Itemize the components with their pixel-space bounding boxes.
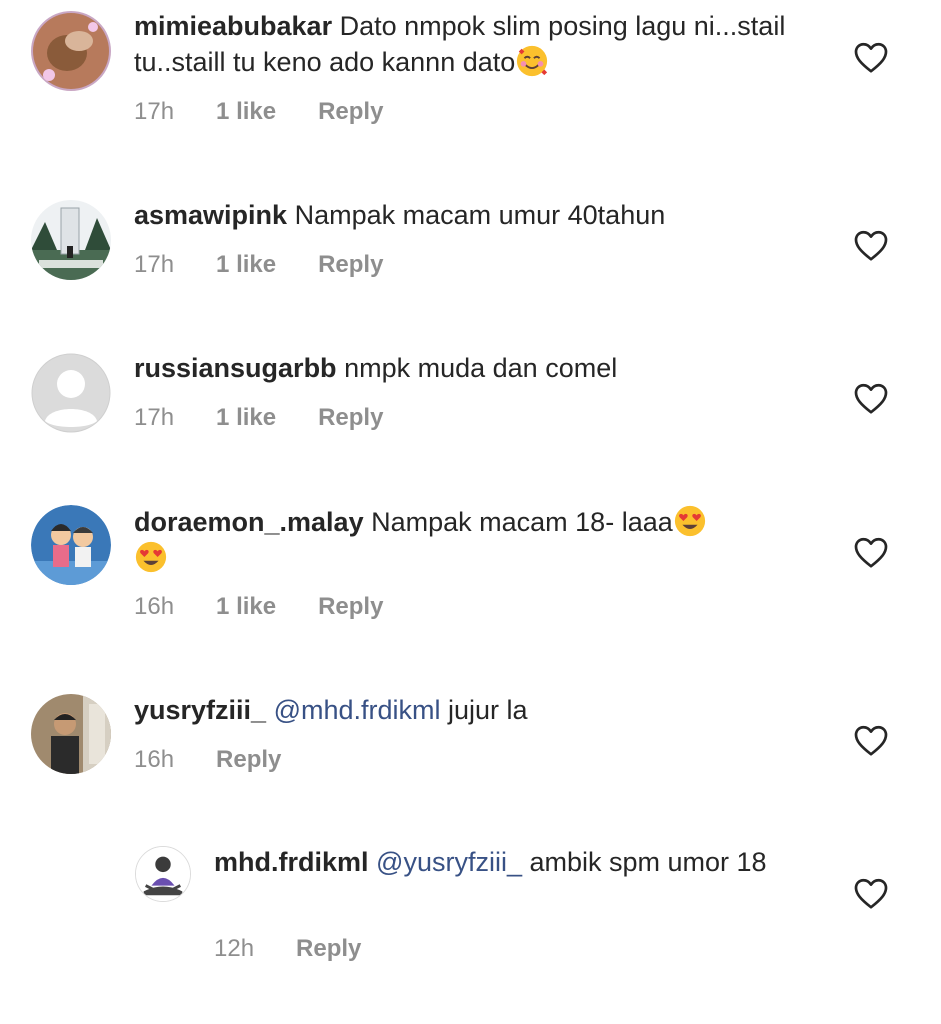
comment-meta: 17h 1 like Reply: [134, 251, 425, 279]
like-count[interactable]: 1 like: [216, 251, 276, 279]
heart-eyes-emoji: [673, 504, 707, 538]
avatar[interactable]: [31, 11, 111, 91]
heart-eyes-emoji: [134, 540, 168, 574]
like-count[interactable]: 1 like: [216, 98, 276, 126]
heart-icon[interactable]: [853, 381, 889, 415]
comment-time: 12h: [214, 935, 255, 962]
reply-button[interactable]: Reply: [318, 98, 383, 126]
heart-icon[interactable]: [853, 723, 889, 757]
avatar[interactable]: [31, 694, 111, 774]
avatar[interactable]: [31, 353, 111, 433]
comment-text: Nampak macam 18- laaa: [371, 507, 673, 537]
comment-time: 17h: [134, 98, 175, 125]
comment-body: russiansugarbb nmpk muda dan comel: [134, 350, 831, 386]
comment-body: mhd.frdikml @yusryfziii_ ambik spm umor …: [214, 844, 831, 880]
comment-body: asmawipink Nampak macam umur 40tahun: [134, 197, 831, 233]
reply-button[interactable]: Reply: [318, 251, 383, 279]
comment-body: mimieabubakar Dato nmpok slim posing lag…: [134, 8, 831, 80]
comment-meta: 17h 1 like Reply: [134, 404, 425, 432]
heart-icon[interactable]: [853, 876, 889, 910]
comment-username[interactable]: yusryfziii_: [134, 695, 266, 725]
comment-text: Nampak macam umur 40tahun: [294, 200, 666, 230]
comment-text: jujur la: [448, 695, 528, 725]
comment-time: 17h: [134, 251, 175, 278]
like-count[interactable]: 1 like: [216, 593, 276, 621]
comment-body: yusryfziii_ @mhd.frdikml jujur la: [134, 692, 831, 728]
comment-time: 17h: [134, 404, 175, 431]
reply-button[interactable]: Reply: [318, 404, 383, 432]
heart-icon[interactable]: [853, 535, 889, 569]
smiling-hearts-emoji: [515, 44, 549, 78]
reply-button[interactable]: Reply: [318, 593, 383, 621]
comment-meta: 16h 1 like Reply: [134, 593, 425, 621]
avatar[interactable]: [31, 505, 111, 585]
comment-text: ambik spm umor 18: [529, 847, 767, 877]
comment-meta: 17h 1 like Reply: [134, 98, 425, 126]
heart-icon[interactable]: [853, 228, 889, 262]
like-count[interactable]: 1 like: [216, 404, 276, 432]
heart-icon[interactable]: [853, 40, 889, 74]
reply-button[interactable]: Reply: [216, 746, 281, 774]
comment-meta: 16h Reply: [134, 746, 323, 774]
comment-username[interactable]: asmawipink: [134, 200, 287, 230]
comment-username[interactable]: mimieabubakar: [134, 11, 332, 41]
avatar[interactable]: [135, 846, 191, 902]
comment-mention[interactable]: @yusryfziii_: [376, 847, 522, 877]
avatar[interactable]: [31, 200, 111, 280]
comment-body: doraemon_.malay Nampak macam 18- laaa: [134, 504, 831, 576]
comment-time: 16h: [134, 593, 175, 620]
comment-username[interactable]: mhd.frdikml: [214, 847, 369, 877]
comment-username[interactable]: doraemon_.malay: [134, 507, 364, 537]
comment-time: 16h: [134, 746, 175, 773]
reply-button[interactable]: Reply: [296, 935, 361, 963]
comment-mention[interactable]: @mhd.frdikml: [274, 695, 441, 725]
comment-username[interactable]: russiansugarbb: [134, 353, 337, 383]
comment-text: nmpk muda dan comel: [344, 353, 618, 383]
comment-meta: 12h Reply: [214, 935, 403, 963]
